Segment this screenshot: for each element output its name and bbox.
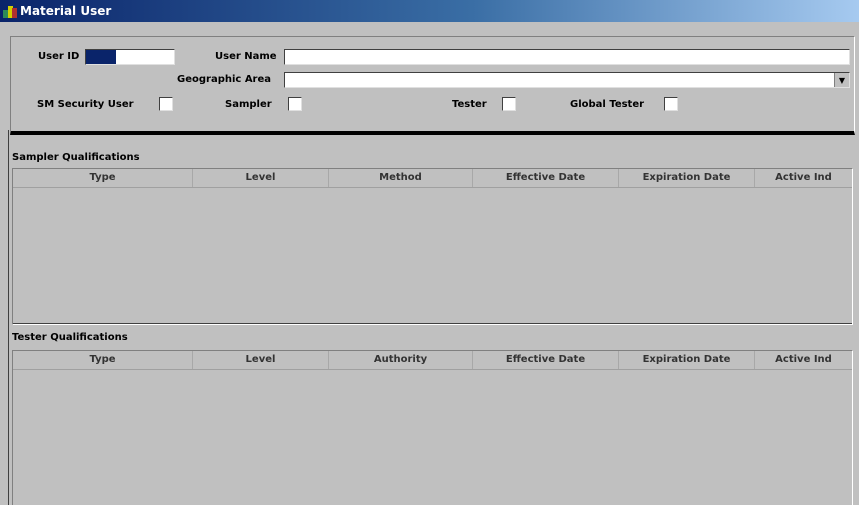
user-id-selection: [86, 50, 116, 64]
sampler-table-header: Type Level Method Effective Date Expirat…: [13, 169, 852, 188]
column-header[interactable]: Active Ind: [755, 351, 852, 369]
column-header[interactable]: Expiration Date: [619, 351, 755, 369]
global-tester-label: Global Tester: [570, 99, 645, 110]
column-header[interactable]: Expiration Date: [619, 169, 755, 187]
tester-checkbox[interactable]: [502, 97, 516, 111]
sm-security-user-label: SM Security User: [37, 99, 134, 110]
tester-qualifications-title: Tester Qualifications: [12, 332, 128, 343]
column-header[interactable]: Effective Date: [473, 169, 619, 187]
sampler-label: Sampler: [225, 99, 272, 110]
column-header[interactable]: Level: [193, 351, 329, 369]
tester-label: Tester: [452, 99, 487, 110]
column-header[interactable]: Authority: [329, 351, 473, 369]
user-details-panel: User ID User Name Geographic Area ▼ SM S…: [10, 36, 855, 135]
app-icon: [3, 4, 17, 18]
column-header[interactable]: Method: [329, 169, 473, 187]
sm-security-user-checkbox[interactable]: [159, 97, 173, 111]
column-header[interactable]: Active Ind: [755, 169, 852, 187]
table-bottom-border: [13, 323, 852, 324]
tester-table-header: Type Level Authority Effective Date Expi…: [13, 351, 852, 370]
dropdown-arrow-icon[interactable]: ▼: [834, 73, 849, 87]
sampler-qualifications-title: Sampler Qualifications: [12, 152, 140, 163]
window-title: Material User: [20, 4, 112, 18]
window-title-bar[interactable]: Material User: [0, 0, 859, 22]
column-header[interactable]: Effective Date: [473, 351, 619, 369]
user-id-label: User ID: [38, 51, 80, 62]
sampler-checkbox[interactable]: [288, 97, 302, 111]
user-name-label: User Name: [215, 51, 277, 62]
left-rule: [8, 130, 9, 505]
sampler-qualifications-table[interactable]: Type Level Method Effective Date Expirat…: [12, 168, 853, 325]
user-id-input[interactable]: [85, 49, 175, 65]
tester-qualifications-table[interactable]: Type Level Authority Effective Date Expi…: [12, 350, 853, 505]
column-header[interactable]: Type: [13, 169, 193, 187]
column-header[interactable]: Level: [193, 169, 329, 187]
geographic-area-label: Geographic Area: [177, 74, 272, 85]
global-tester-checkbox[interactable]: [664, 97, 678, 111]
user-name-input[interactable]: [284, 49, 850, 65]
column-header[interactable]: Type: [13, 351, 193, 369]
geographic-area-select[interactable]: ▼: [284, 72, 850, 88]
